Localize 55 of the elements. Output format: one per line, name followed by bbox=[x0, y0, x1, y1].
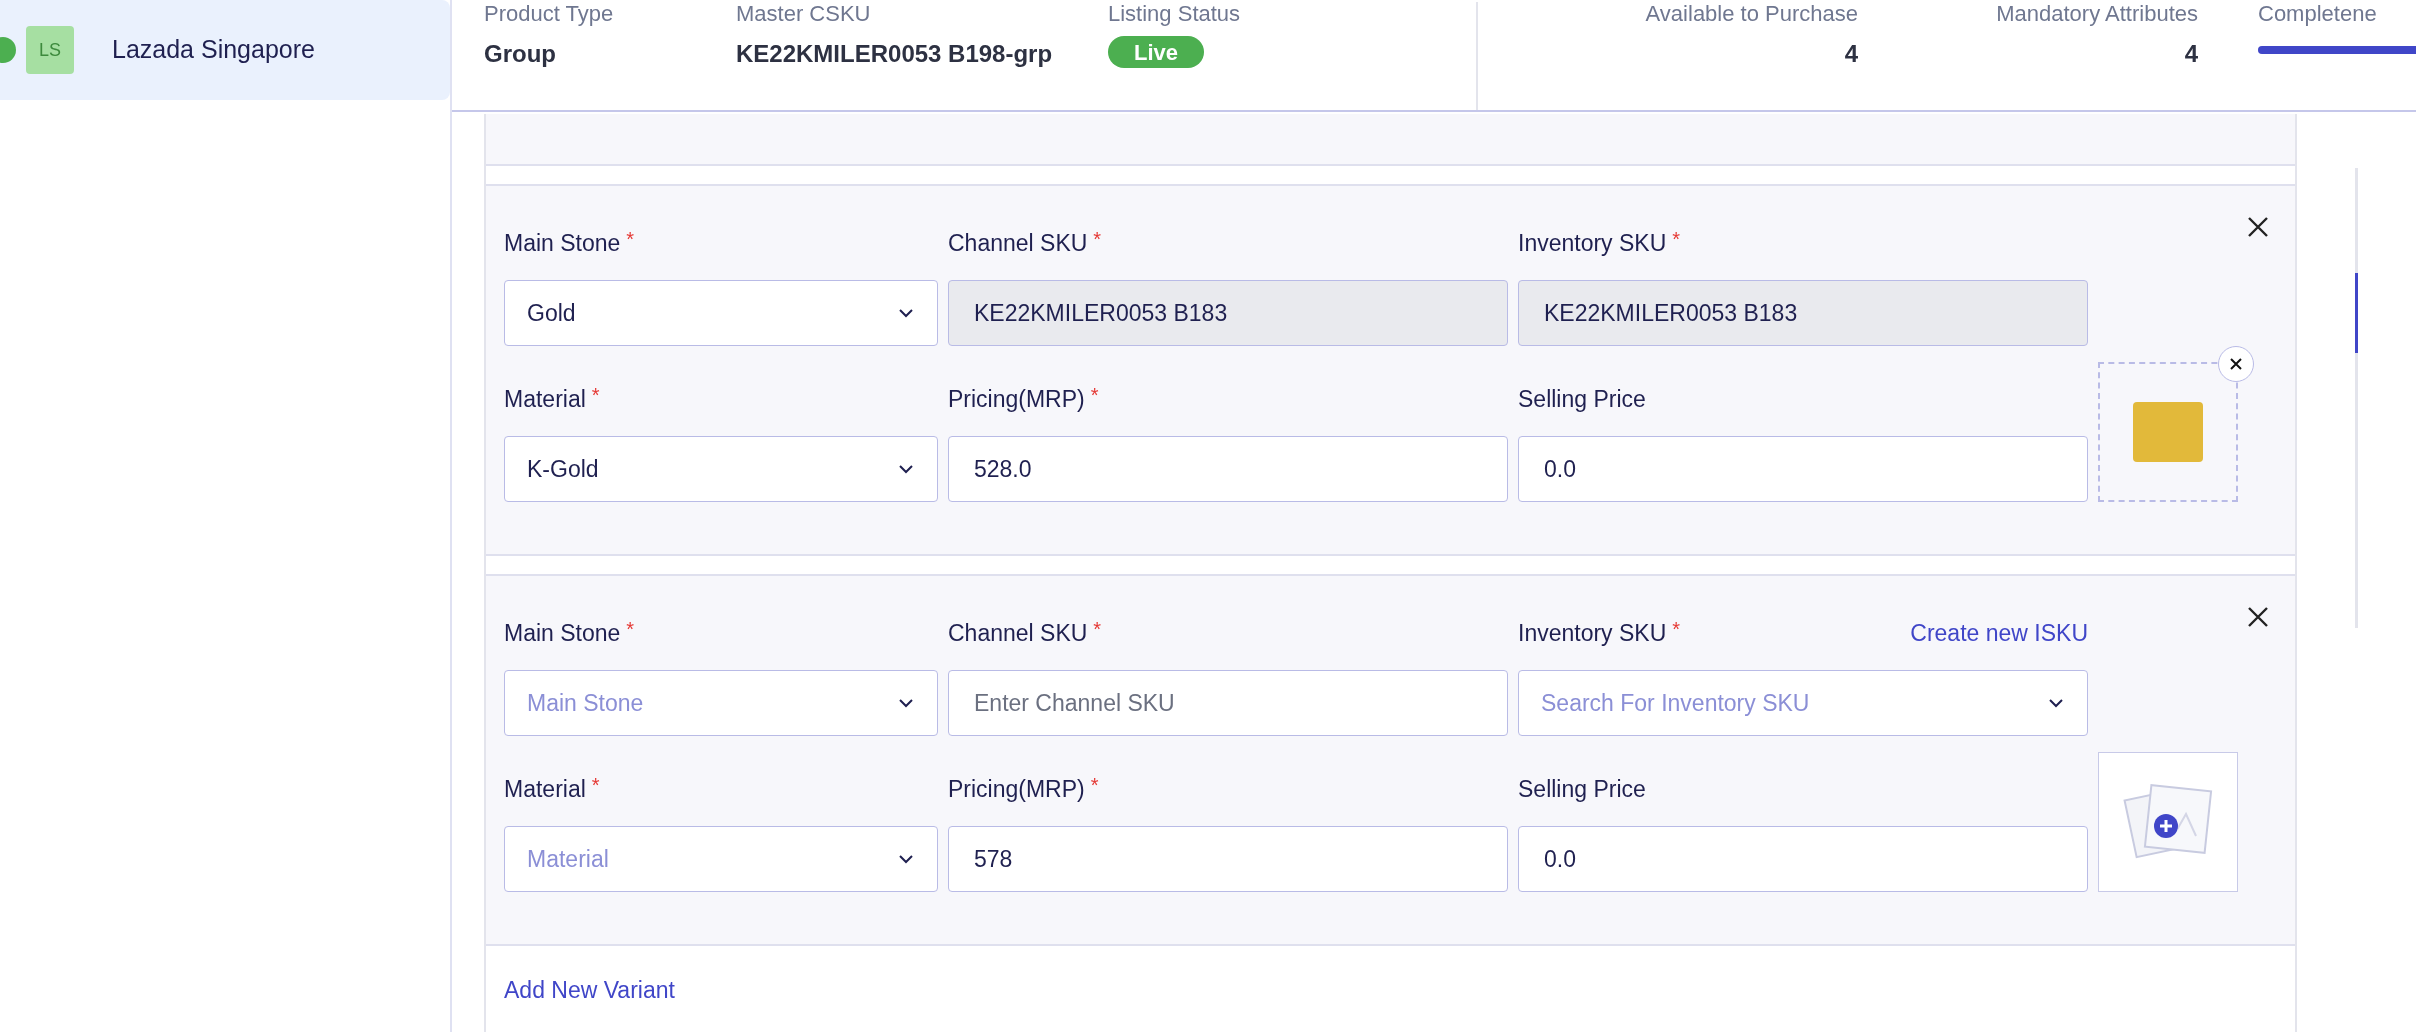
stat-label: Available to Purchase bbox=[1645, 2, 1858, 26]
text-field[interactable]: 578 bbox=[948, 826, 1508, 892]
channel-name: Lazada Singapore bbox=[112, 34, 315, 66]
header-value: KE22KMILER0053 B198-grp bbox=[736, 39, 1054, 69]
dropdown-field[interactable]: K-Gold bbox=[504, 436, 938, 502]
create-isku-link[interactable]: Create new ISKU bbox=[1910, 615, 2088, 651]
field-label: Channel SKU bbox=[948, 618, 1088, 648]
chevron-down-icon bbox=[2047, 697, 2065, 709]
header-label: Product Type bbox=[484, 2, 615, 26]
required-asterisk: * bbox=[626, 617, 635, 642]
close-icon bbox=[2247, 606, 2269, 628]
field-label: Pricing(MRP) bbox=[948, 384, 1085, 414]
text-field[interactable]: 528.0 bbox=[948, 436, 1508, 502]
required-asterisk: * bbox=[1090, 773, 1099, 798]
field-label: Pricing(MRP) bbox=[948, 774, 1085, 804]
photo-placeholder bbox=[2133, 402, 2203, 462]
header-label: Master CSKU bbox=[736, 2, 872, 26]
field-label: Selling Price bbox=[1518, 774, 1646, 804]
text-field[interactable]: 0.0 bbox=[1518, 826, 2088, 892]
chevron-down-icon bbox=[897, 463, 915, 475]
remove-image-button[interactable] bbox=[2218, 346, 2254, 382]
stat-value: 4 bbox=[1844, 39, 1858, 69]
field-label: Material bbox=[504, 384, 586, 414]
channel-item[interactable]: LS Lazada Singapore bbox=[0, 0, 450, 100]
status-badge: Live bbox=[1108, 36, 1205, 68]
required-asterisk: * bbox=[1090, 383, 1099, 408]
field-label: Channel SKU bbox=[948, 228, 1088, 258]
field-label: Main Stone bbox=[504, 228, 621, 258]
text-field[interactable]: Enter Channel SKU bbox=[948, 670, 1508, 736]
required-asterisk: * bbox=[626, 227, 635, 252]
text-field[interactable]: 0.0 bbox=[1518, 436, 2088, 502]
field-label: Material bbox=[504, 774, 586, 804]
chevron-down-icon bbox=[897, 307, 915, 319]
field-label: Main Stone bbox=[504, 618, 621, 648]
stat-value: 4 bbox=[2184, 39, 2198, 69]
stat-label: Completene bbox=[2258, 2, 2378, 26]
header-label: Listing Status bbox=[1108, 2, 1242, 26]
header-value: Group bbox=[484, 39, 557, 69]
field-label: Selling Price bbox=[1518, 384, 1646, 414]
required-asterisk: * bbox=[1093, 617, 1102, 642]
field-label: Inventory SKU bbox=[1518, 228, 1667, 258]
required-asterisk: * bbox=[1672, 227, 1681, 252]
channel-avatar: LS bbox=[26, 26, 74, 74]
close-icon bbox=[2229, 357, 2243, 371]
field-label: Inventory SKU bbox=[1518, 618, 1667, 648]
add-variant-link[interactable]: Add New Variant bbox=[504, 972, 675, 1008]
stat-label: Mandatory Attributes bbox=[1996, 2, 2198, 26]
required-asterisk: * bbox=[1093, 227, 1102, 252]
required-asterisk: * bbox=[591, 383, 600, 408]
chevron-down-icon bbox=[897, 853, 915, 865]
close-icon bbox=[2247, 216, 2269, 238]
required-asterisk: * bbox=[1672, 617, 1681, 642]
required-asterisk: * bbox=[591, 773, 600, 798]
dropdown-field[interactable]: Gold bbox=[504, 280, 938, 346]
chevron-down-icon bbox=[897, 697, 915, 709]
